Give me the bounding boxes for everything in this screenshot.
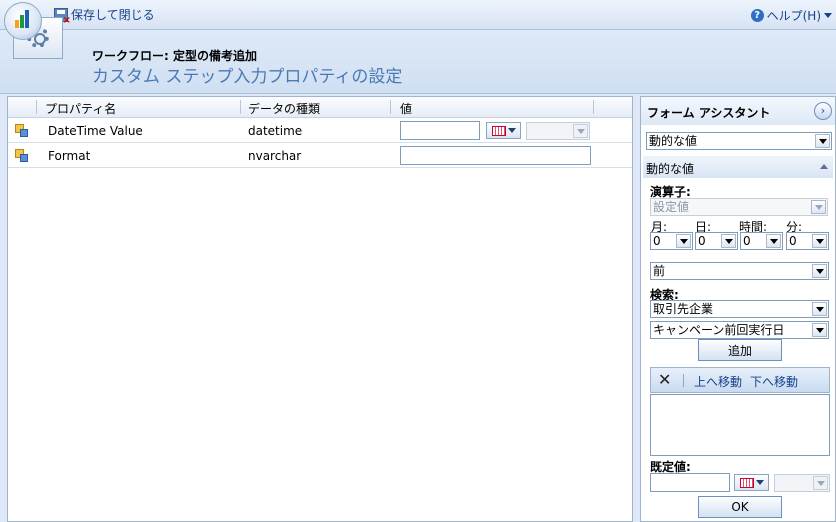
- time-select[interactable]: [526, 122, 590, 140]
- toolbar-separator: [683, 374, 684, 387]
- app-logo-icon[interactable]: [4, 2, 42, 40]
- column-separator: [240, 100, 241, 114]
- before-after-select[interactable]: 前: [650, 262, 829, 280]
- property-type: nvarchar: [248, 149, 302, 163]
- minutes-select[interactable]: 0: [786, 232, 829, 250]
- dynamic-values-listbox[interactable]: [650, 394, 830, 456]
- collapse-icon: [820, 164, 828, 169]
- operator-select[interactable]: 設定値: [650, 198, 828, 216]
- hours-value: 0: [743, 234, 751, 248]
- chevron-down-icon: [815, 268, 824, 274]
- days-select[interactable]: 0: [695, 232, 738, 250]
- default-calendar-button[interactable]: [734, 474, 769, 491]
- column-header-property[interactable]: プロパティ名: [45, 100, 116, 117]
- property-name: Format: [48, 149, 91, 163]
- chevron-down-icon: [814, 204, 823, 210]
- save-close-label: 保存して閉じる: [71, 8, 155, 22]
- top-toolbar: 保存して閉じる ? ヘルプ(H): [0, 0, 836, 30]
- add-button[interactable]: 追加: [698, 339, 782, 361]
- search-field-value: キャンペーン前回実行日: [653, 323, 785, 337]
- assistant-mode-select[interactable]: 動的な値: [646, 132, 832, 150]
- operator-value: 設定値: [653, 200, 690, 214]
- calendar-icon: [739, 477, 754, 488]
- chevron-down-icon: [815, 327, 824, 333]
- chevron-down-icon: [755, 480, 764, 485]
- dynamic-values-section-bar[interactable]: 動的な値: [643, 156, 833, 178]
- months-value: 0: [653, 234, 661, 248]
- property-type: datetime: [248, 124, 303, 138]
- search-entity-select[interactable]: 取引先企業: [650, 300, 829, 318]
- column-separator: [390, 100, 391, 114]
- calendar-icon: [491, 125, 506, 136]
- chevron-down-icon: [818, 138, 827, 144]
- chevron-down-icon: [507, 128, 516, 133]
- section-title: 動的な値: [646, 162, 695, 176]
- default-time-select[interactable]: [774, 474, 830, 492]
- hours-select[interactable]: 0: [740, 232, 783, 250]
- help-icon: ?: [750, 9, 764, 22]
- help-label: ヘルプ(H): [766, 9, 821, 23]
- column-separator: [593, 100, 594, 114]
- chevron-down-icon: [769, 238, 778, 244]
- property-name: DateTime Value: [48, 124, 143, 138]
- column-header-type[interactable]: データの種類: [248, 100, 320, 117]
- help-button[interactable]: ? ヘルプ(H): [750, 7, 832, 24]
- table-row[interactable]: DateTime Value datetime: [8, 118, 632, 143]
- chevron-down-icon: [815, 238, 824, 244]
- assistant-mode-value: 動的な値: [649, 134, 698, 148]
- expand-icon[interactable]: ›: [814, 102, 832, 120]
- table-row[interactable]: Format nvarchar: [8, 143, 632, 168]
- delete-icon[interactable]: ✕: [658, 372, 671, 388]
- months-select[interactable]: 0: [650, 232, 693, 250]
- calendar-button[interactable]: [486, 122, 521, 139]
- move-down-button[interactable]: 下へ移動: [750, 373, 798, 390]
- ok-button[interactable]: OK: [698, 496, 782, 518]
- chevron-down-icon: [724, 238, 733, 244]
- date-value-input[interactable]: [400, 121, 480, 140]
- chevron-down-icon: [815, 306, 824, 312]
- search-field-select[interactable]: キャンペーン前回実行日: [650, 321, 829, 339]
- days-value: 0: [698, 234, 706, 248]
- format-value-input[interactable]: [400, 146, 591, 165]
- grid-header: プロパティ名 データの種類 値: [8, 97, 632, 118]
- chevron-down-icon: [576, 128, 585, 134]
- chevron-down-icon: [679, 238, 688, 244]
- save-close-button[interactable]: 保存して閉じる: [54, 6, 155, 26]
- panel-title: フォーム アシスタント: [647, 106, 771, 120]
- column-header-value[interactable]: 値: [400, 100, 412, 117]
- chevron-down-icon: [824, 13, 832, 18]
- property-icon: [15, 149, 28, 162]
- property-grid: プロパティ名 データの種類 値 DateTime Value datetime …: [7, 96, 633, 522]
- chevron-down-icon: [816, 480, 825, 486]
- page-title: カスタム ステップ入力プロパティの設定: [92, 67, 403, 87]
- default-value-input[interactable]: [650, 473, 730, 492]
- move-up-button[interactable]: 上へ移動: [694, 373, 742, 390]
- property-icon: [15, 124, 28, 137]
- before-after-value: 前: [653, 264, 666, 278]
- minutes-value: 0: [789, 234, 797, 248]
- list-toolbar: ✕ 上へ移動 下へ移動: [650, 367, 830, 393]
- panel-header: フォーム アシスタント ›: [641, 97, 835, 125]
- column-separator: [36, 100, 37, 114]
- search-entity-value: 取引先企業: [653, 302, 714, 316]
